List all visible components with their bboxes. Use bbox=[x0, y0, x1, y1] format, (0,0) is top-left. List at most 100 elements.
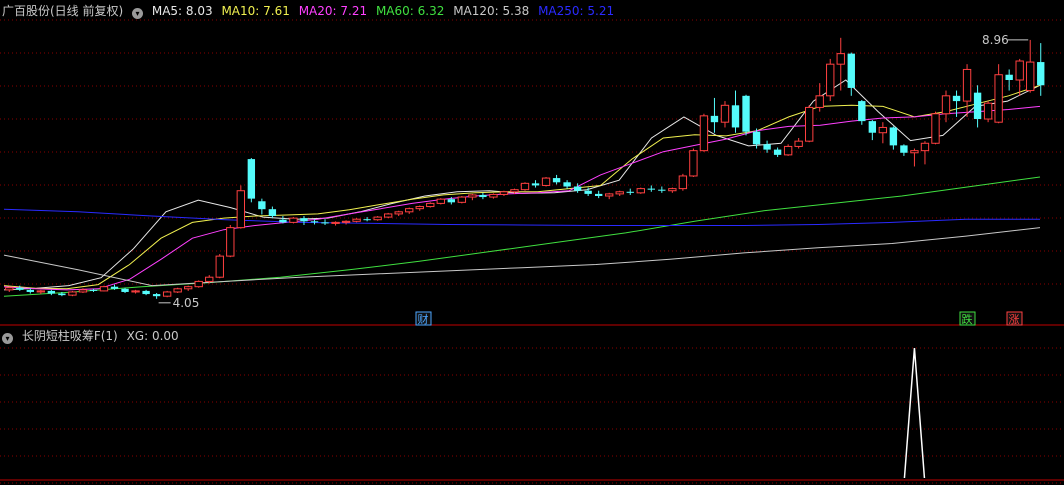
candle-down bbox=[552, 178, 561, 183]
candle-down bbox=[363, 219, 371, 221]
candle-up bbox=[605, 193, 614, 197]
settings-circle-icon[interactable]: ▾ bbox=[132, 8, 144, 19]
candle-down bbox=[647, 188, 655, 190]
indicator-settings-icon[interactable]: ▾ bbox=[2, 333, 13, 344]
candle-up bbox=[236, 190, 246, 229]
event-marker-label: 跌 bbox=[962, 312, 973, 326]
candle-up bbox=[436, 198, 445, 204]
candle-down bbox=[594, 193, 603, 196]
candle-up bbox=[215, 255, 224, 278]
candle-up bbox=[184, 286, 193, 290]
candle-down bbox=[626, 191, 634, 193]
candle-down bbox=[752, 131, 761, 145]
candle-down bbox=[479, 194, 487, 198]
candle-up bbox=[983, 102, 993, 120]
candle-up bbox=[1026, 61, 1035, 92]
event-marker-label: 涨 bbox=[1009, 313, 1020, 326]
candle-down bbox=[868, 121, 877, 133]
main-chart-panel[interactable]: 8.96 4.05 财 跌 涨 广百股份(日线 前复权) ▾ MA5: 8.03 MA1… bbox=[0, 0, 1064, 326]
candle-up bbox=[668, 188, 677, 192]
ma10-label: MA10: 7.61 bbox=[221, 4, 290, 18]
candle-up bbox=[352, 218, 361, 222]
main-legend: 广百股份(日线 前复权) ▾ MA5: 8.03 MA10: 7.61 MA20… bbox=[2, 3, 619, 19]
high-price-label: 8.96 bbox=[982, 33, 1009, 47]
candle-up bbox=[994, 74, 1003, 123]
candle-up bbox=[615, 191, 624, 195]
candle-up bbox=[173, 288, 182, 293]
candle-down bbox=[268, 209, 277, 217]
candle-up bbox=[405, 208, 414, 213]
candle-down bbox=[658, 189, 666, 191]
candle-up bbox=[68, 291, 77, 296]
candle-down bbox=[563, 182, 571, 187]
candle-down bbox=[152, 294, 161, 297]
candle-up bbox=[341, 220, 351, 223]
candle-up bbox=[5, 287, 14, 291]
candle-up bbox=[78, 289, 88, 293]
price-chart[interactable]: 8.96 4.05 财 跌 涨 bbox=[0, 0, 1064, 326]
candle-down bbox=[531, 183, 540, 186]
candle-down bbox=[258, 201, 266, 210]
indicator-panel[interactable]: ▾ 长阴短柱吸筹F(1) XG: 0.00 bbox=[0, 326, 1064, 485]
candle-up bbox=[941, 95, 951, 115]
candle-up bbox=[804, 106, 814, 142]
ma120-label: MA120: 5.38 bbox=[453, 4, 530, 18]
candle-down bbox=[773, 149, 782, 155]
candle-down bbox=[279, 219, 287, 223]
candle-down bbox=[142, 290, 150, 295]
indicator-legend: ▾ 长阴短柱吸筹F(1) XG: 0.00 bbox=[2, 328, 184, 344]
candle-up bbox=[962, 68, 972, 102]
indicator-chart[interactable] bbox=[0, 326, 1064, 485]
candle-up bbox=[131, 290, 140, 293]
candle-up bbox=[794, 140, 803, 147]
candle-up bbox=[520, 182, 530, 191]
ma5-label: MA5: 8.03 bbox=[151, 4, 213, 18]
candle-up bbox=[541, 177, 551, 186]
candle-down bbox=[847, 53, 855, 88]
ma60-line bbox=[3, 176, 1041, 297]
candle-down bbox=[121, 288, 129, 292]
candle-down bbox=[26, 289, 34, 292]
ma250-label: MA250: 5.21 bbox=[538, 4, 615, 18]
xg-signal-spike bbox=[903, 347, 926, 479]
candle-down bbox=[900, 145, 908, 153]
low-price-label: 4.05 bbox=[173, 296, 200, 310]
candle-down bbox=[973, 92, 982, 120]
candle-up bbox=[878, 126, 888, 134]
candle-up bbox=[783, 145, 793, 156]
candle-down bbox=[58, 293, 66, 296]
candle-down bbox=[584, 190, 592, 194]
candle-up bbox=[331, 221, 340, 224]
candle-up bbox=[815, 95, 824, 108]
candle-down bbox=[858, 101, 866, 122]
candle-down bbox=[47, 290, 56, 294]
candle-down bbox=[110, 286, 119, 289]
candle-up bbox=[373, 216, 382, 221]
candle-up bbox=[499, 191, 509, 195]
candle-down bbox=[763, 144, 771, 150]
candle-up bbox=[226, 227, 235, 257]
candle-down bbox=[710, 115, 719, 123]
candle-up bbox=[920, 142, 930, 152]
candle-up bbox=[289, 217, 298, 223]
event-marker-label: 财 bbox=[418, 312, 429, 326]
candle-down bbox=[731, 105, 740, 128]
candle-up bbox=[931, 113, 940, 144]
candle-down bbox=[1005, 74, 1013, 80]
candle-up bbox=[510, 189, 519, 193]
candle-down bbox=[89, 289, 98, 291]
candle-down bbox=[310, 221, 319, 223]
candle-down bbox=[16, 287, 24, 290]
candle-down bbox=[889, 127, 898, 146]
candle-down bbox=[1037, 62, 1045, 86]
indicator-title: 长阴短柱吸筹F(1) bbox=[21, 329, 118, 343]
candle-up bbox=[426, 202, 435, 208]
candle-up bbox=[489, 193, 498, 198]
candle-up bbox=[910, 150, 919, 154]
candle-up bbox=[457, 196, 467, 203]
candle-down bbox=[447, 199, 456, 203]
ma120-line bbox=[3, 227, 1041, 287]
ma60-label: MA60: 6.32 bbox=[375, 4, 445, 18]
candle-up bbox=[99, 286, 109, 292]
stock-title: 广百股份(日线 前复权) bbox=[2, 4, 124, 18]
